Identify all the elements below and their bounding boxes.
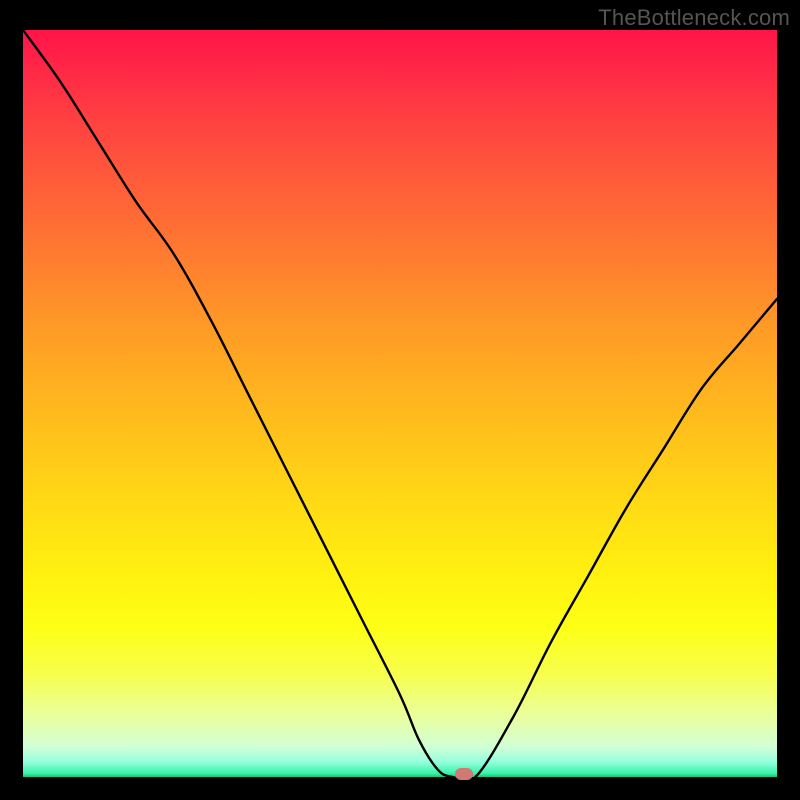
bottleneck-curve (23, 30, 777, 777)
chart-frame: TheBottleneck.com (0, 0, 800, 800)
plot-outer (23, 30, 777, 777)
optimal-point-marker (455, 768, 473, 780)
watermark-text: TheBottleneck.com (598, 5, 790, 31)
